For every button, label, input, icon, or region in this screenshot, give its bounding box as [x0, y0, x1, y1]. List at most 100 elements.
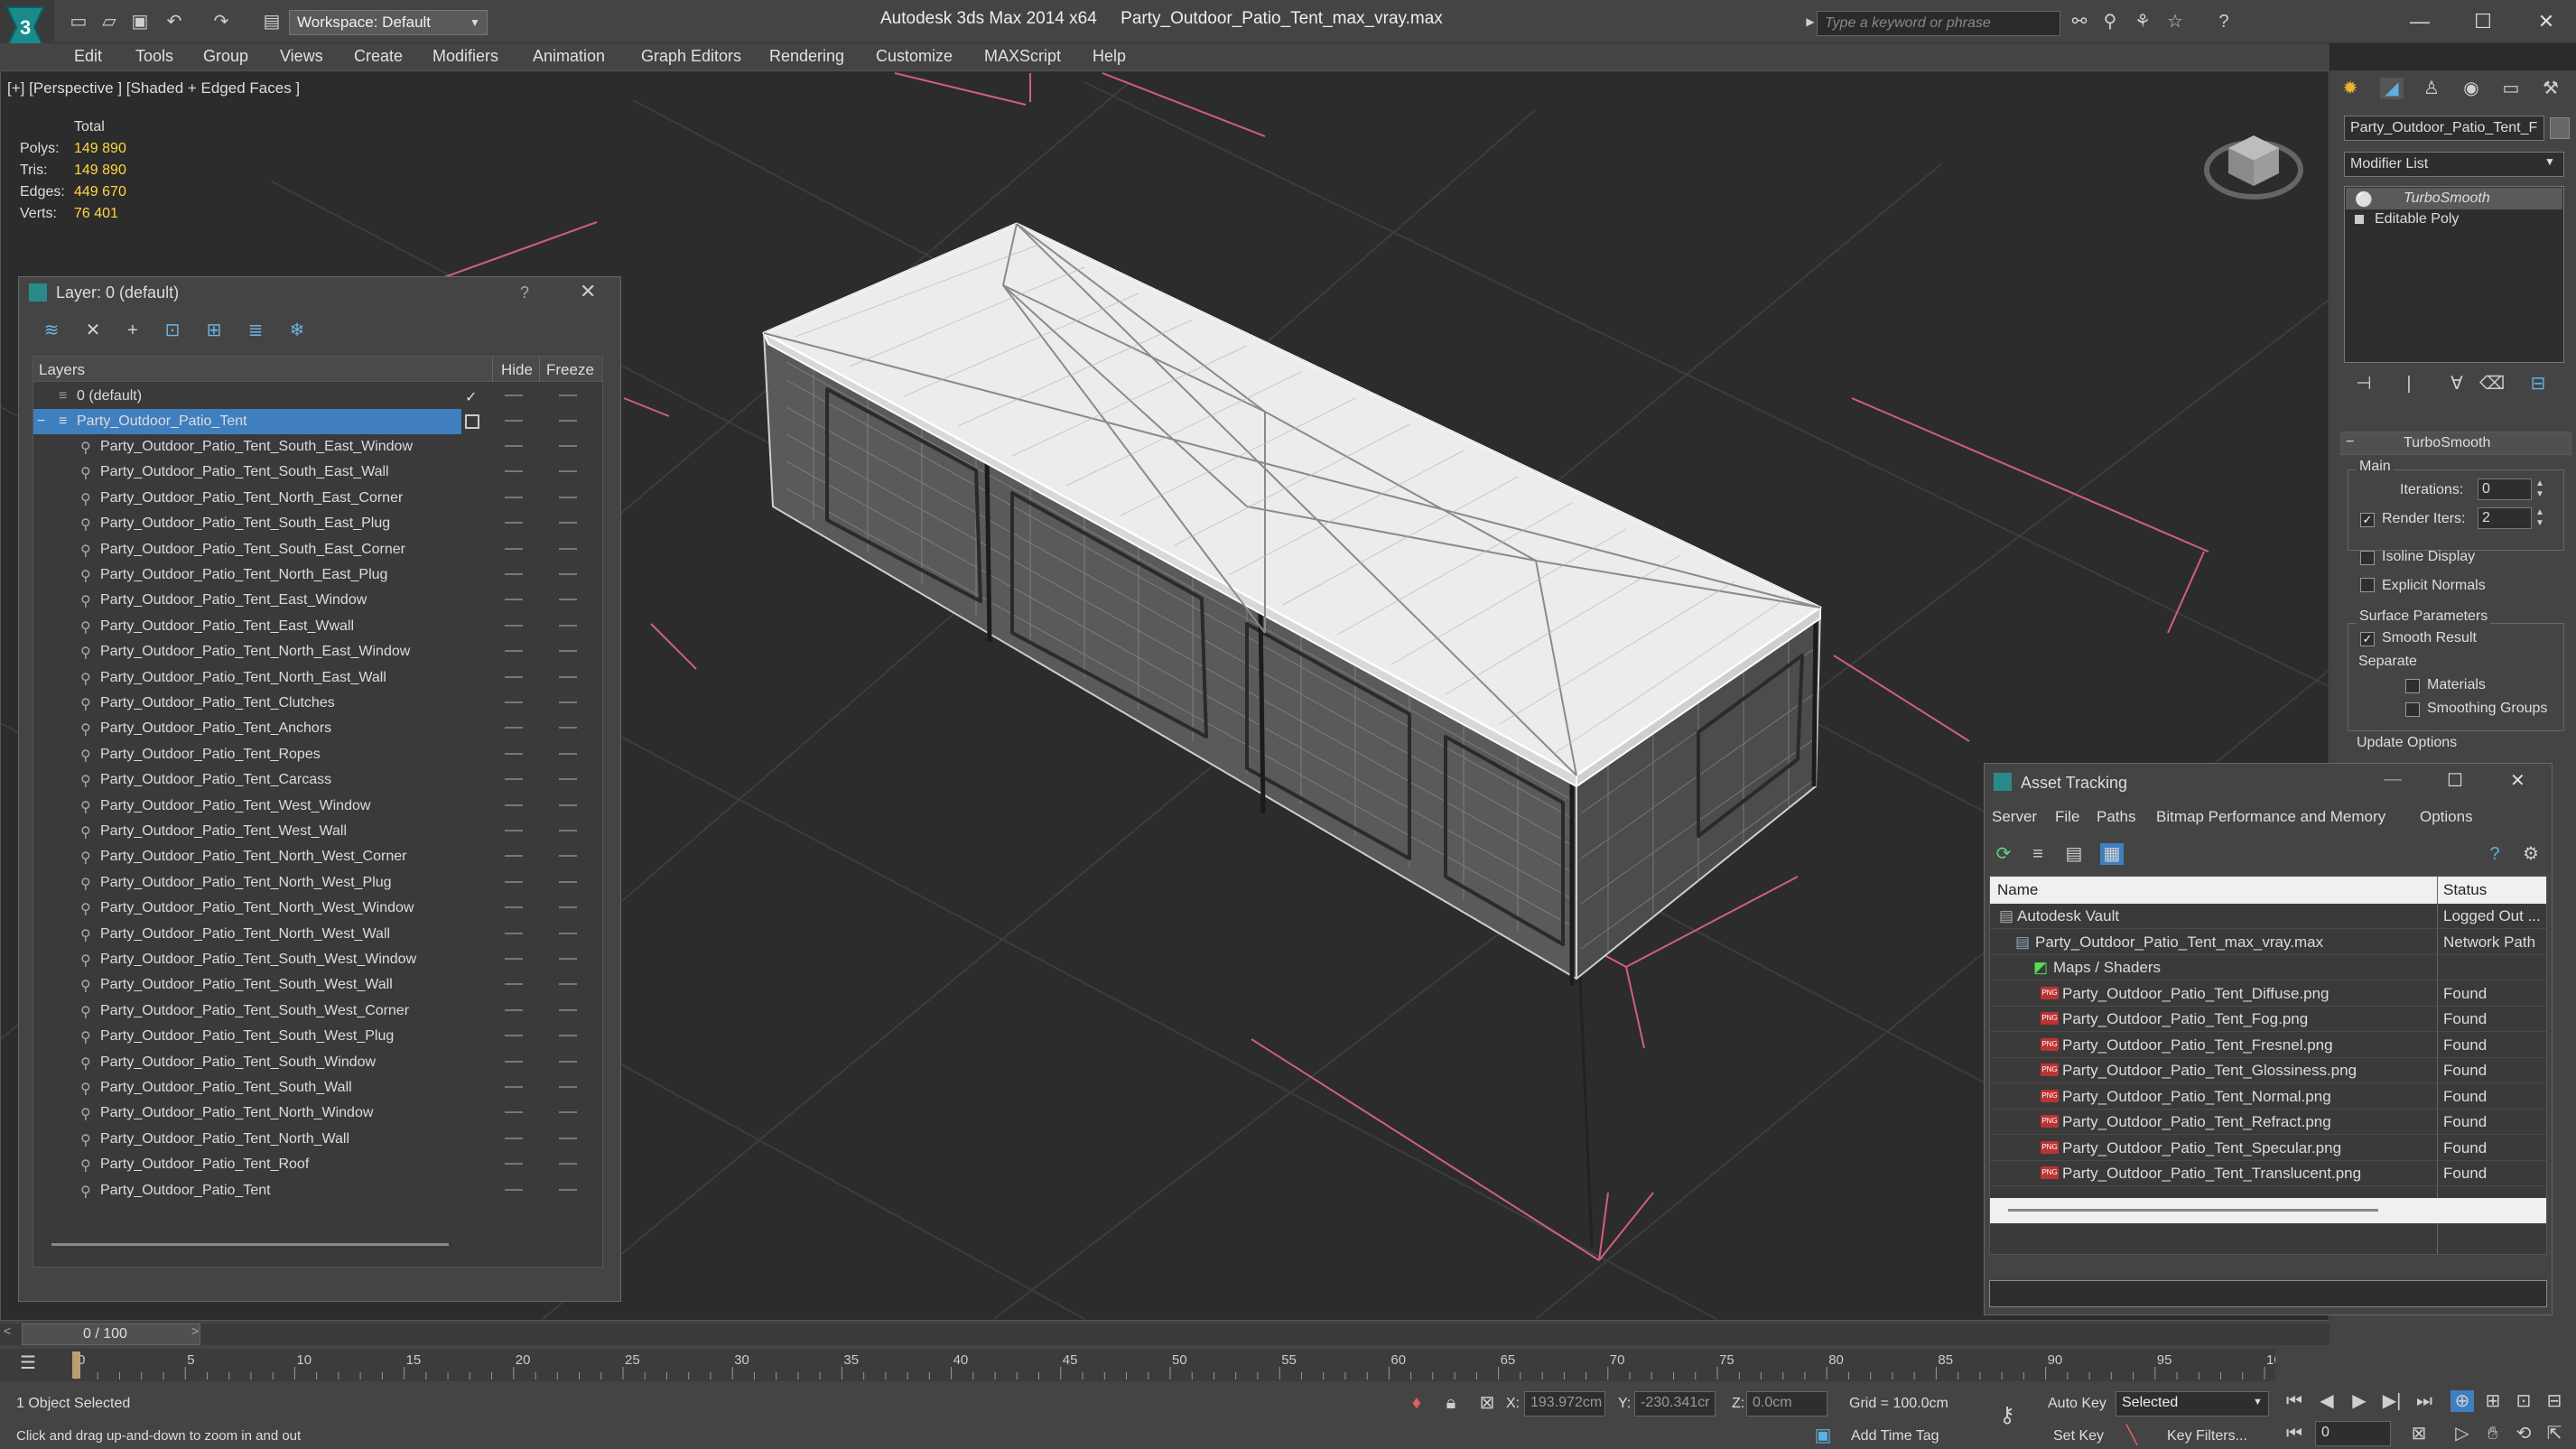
- set-key-button[interactable]: Set Key: [2053, 1428, 2104, 1444]
- freeze-toggle[interactable]: [559, 880, 577, 883]
- freeze-toggle[interactable]: [559, 778, 577, 781]
- close-button[interactable]: ✕: [2528, 7, 2564, 36]
- add-to-layer-icon[interactable]: +: [121, 320, 144, 341]
- explicit-normals-checkbox[interactable]: [2360, 578, 2375, 592]
- layer-object-row[interactable]: ⚲ Party_Outdoor_Patio_Tent_North_West_Cor…: [33, 844, 602, 869]
- hide-toggle[interactable]: [505, 983, 523, 986]
- freeze-toggle[interactable]: [559, 624, 577, 627]
- binoculars-icon[interactable]: ⚯: [2068, 11, 2091, 33]
- show-end-result-icon[interactable]: |: [2397, 373, 2421, 395]
- key-mode-toggle-icon[interactable]: ⏮: [2283, 1423, 2306, 1444]
- new-layer-icon[interactable]: ≋: [40, 320, 63, 341]
- asset-menu-paths[interactable]: Paths: [2097, 808, 2135, 826]
- hide-toggle[interactable]: [505, 830, 523, 831]
- chevron-down-icon[interactable]: ▼: [466, 10, 484, 35]
- freeze-toggle[interactable]: [559, 547, 577, 550]
- modify-tab-icon[interactable]: ◢: [2380, 78, 2404, 99]
- create-tab-icon[interactable]: ✹: [2339, 78, 2362, 99]
- rollout-collapse-icon[interactable]: −: [2346, 434, 2354, 450]
- layer-object-row[interactable]: ⚲ Party_Outdoor_Patio_Tent_North_East_Cor…: [33, 486, 602, 511]
- hierarchy-tab-icon[interactable]: ♙: [2420, 78, 2443, 99]
- asset-settings-icon[interactable]: ⚙: [2519, 843, 2543, 865]
- zoom-icon[interactable]: ⊕: [2450, 1390, 2474, 1412]
- orbit-icon[interactable]: ⟲: [2512, 1423, 2535, 1444]
- auto-key-button[interactable]: Auto Key: [2048, 1396, 2106, 1412]
- layer-object-row[interactable]: ⚲ Party_Outdoor_Patio_Tent_Clutches: [33, 691, 602, 716]
- key-icon[interactable]: ⚷: [1995, 1405, 2019, 1426]
- layer-object-row[interactable]: ⚲ Party_Outdoor_Patio_Tent_South_Wall: [33, 1075, 602, 1101]
- absolute-mode-icon[interactable]: ⊠: [1475, 1392, 1499, 1414]
- menu-maxscript[interactable]: MAXScript: [984, 47, 1061, 66]
- asset-menu-options[interactable]: Options: [2420, 808, 2473, 826]
- freeze-toggle[interactable]: [559, 855, 577, 858]
- menu-rendering[interactable]: Rendering: [769, 47, 844, 66]
- freeze-all-layers-icon[interactable]: ❄: [285, 320, 309, 341]
- hide-toggle[interactable]: [505, 1060, 523, 1063]
- freeze-toggle[interactable]: [559, 470, 577, 473]
- hide-toggle[interactable]: [505, 547, 523, 550]
- lightbulb-icon[interactable]: ⚪: [2355, 190, 2373, 209]
- hide-toggle[interactable]: [505, 1163, 523, 1166]
- layer-object-row[interactable]: ⚲ Party_Outdoor_Patio_Tent_Carcass: [33, 767, 602, 793]
- hide-toggle[interactable]: [505, 1008, 523, 1011]
- asset-row[interactable]: PNG Party_Outdoor_Patio_Tent_Fresnel.png F…: [1990, 1033, 2546, 1058]
- menu-help[interactable]: Help: [1093, 47, 1126, 66]
- freeze-toggle[interactable]: [559, 420, 577, 422]
- stack-item-turbosmooth[interactable]: TurboSmooth: [2404, 190, 2490, 207]
- utilities-tab-icon[interactable]: ⚒: [2539, 78, 2562, 99]
- hide-toggle[interactable]: [505, 855, 523, 858]
- hide-toggle[interactable]: [505, 1137, 523, 1139]
- object-name-field[interactable]: Party_Outdoor_Patio_Tent_F: [2344, 116, 2544, 141]
- layer-object-row[interactable]: ⚲ Party_Outdoor_Patio_Tent: [33, 1178, 602, 1203]
- hide-toggle[interactable]: [505, 906, 523, 909]
- stack-item-editable-poly[interactable]: Editable Poly: [2375, 211, 2459, 228]
- hide-toggle[interactable]: [505, 599, 523, 601]
- freeze-toggle[interactable]: [559, 727, 577, 729]
- y-coordinate-field[interactable]: -230.341cr: [1634, 1391, 1716, 1416]
- configure-modifier-sets-icon[interactable]: ⊟: [2526, 373, 2550, 395]
- hide-toggle[interactable]: [505, 932, 523, 934]
- close-icon[interactable]: ✕: [2510, 769, 2525, 792]
- hide-toggle[interactable]: [505, 573, 523, 575]
- previous-frame-icon[interactable]: ◀: [2315, 1390, 2339, 1412]
- grid-view-icon[interactable]: ▦: [2100, 843, 2124, 865]
- asset-row[interactable]: ▤ Autodesk Vault Logged Out ...: [1990, 904, 2546, 929]
- z-coordinate-field[interactable]: 0.0cm: [1746, 1391, 1827, 1416]
- hide-toggle[interactable]: [505, 1035, 523, 1037]
- maximize-button[interactable]: ☐: [2447, 769, 2463, 792]
- column-layers[interactable]: Layers: [39, 361, 85, 379]
- smoothing-groups-checkbox[interactable]: [2405, 702, 2420, 717]
- asset-row[interactable]: PNG Party_Outdoor_Patio_Tent_Specular.png…: [1990, 1136, 2546, 1161]
- hide-toggle[interactable]: [505, 420, 523, 422]
- layer-tree[interactable]: Layers Hide Freeze ≡ 0 (default) ✓ − ≡ P…: [33, 356, 603, 1268]
- layer-object-row[interactable]: ⚲ Party_Outdoor_Patio_Tent_South_Window: [33, 1050, 602, 1075]
- freeze-toggle[interactable]: [559, 830, 577, 831]
- open-file-icon[interactable]: ▱: [98, 11, 121, 33]
- layer-object-row[interactable]: ⚲ Party_Outdoor_Patio_Tent_North_East_Win…: [33, 639, 602, 664]
- layer-object-row[interactable]: ⚲ Party_Outdoor_Patio_Tent_East_Wwall: [33, 614, 602, 639]
- layer-object-row[interactable]: ⚲ Party_Outdoor_Patio_Tent_South_East_Wal…: [33, 460, 602, 485]
- next-frame-icon[interactable]: >: [191, 1324, 199, 1338]
- hide-all-layers-icon[interactable]: ≣: [244, 320, 267, 341]
- freeze-toggle[interactable]: [559, 522, 577, 525]
- layer-object-row[interactable]: ⚲ Party_Outdoor_Patio_Tent_West_Wall: [33, 819, 602, 844]
- add-time-tag-button[interactable]: Add Time Tag: [1851, 1428, 1939, 1444]
- modifier-list-dropdown[interactable]: Modifier List: [2344, 152, 2564, 177]
- layer-object-row[interactable]: ⚲ Party_Outdoor_Patio_Tent_North_West_Win…: [33, 896, 602, 921]
- smooth-result-checkbox[interactable]: ✓: [2360, 632, 2375, 646]
- project-folder-icon[interactable]: ▤: [260, 11, 284, 33]
- hide-toggle[interactable]: [505, 803, 523, 806]
- layer-object-row[interactable]: ⚲ Party_Outdoor_Patio_Tent_South_West_Wal…: [33, 972, 602, 998]
- column-freeze[interactable]: Freeze: [546, 361, 594, 379]
- freeze-toggle[interactable]: [559, 701, 577, 703]
- subscription-icon[interactable]: ⚲: [2098, 11, 2122, 33]
- asset-row[interactable]: PNG Party_Outdoor_Patio_Tent_Normal.png Fo…: [1990, 1084, 2546, 1110]
- go-to-start-icon[interactable]: ⏮: [2283, 1390, 2306, 1412]
- isolate-selection-icon[interactable]: ♦: [1405, 1392, 1428, 1414]
- workspace-dropdown[interactable]: Workspace: Default: [289, 10, 488, 35]
- horizontal-scrollbar[interactable]: [2008, 1209, 2378, 1212]
- track-bar-menu-icon[interactable]: ☰: [16, 1352, 40, 1374]
- menu-views[interactable]: Views: [280, 47, 323, 66]
- new-file-icon[interactable]: ▭: [67, 11, 90, 33]
- freeze-toggle[interactable]: [559, 803, 577, 806]
